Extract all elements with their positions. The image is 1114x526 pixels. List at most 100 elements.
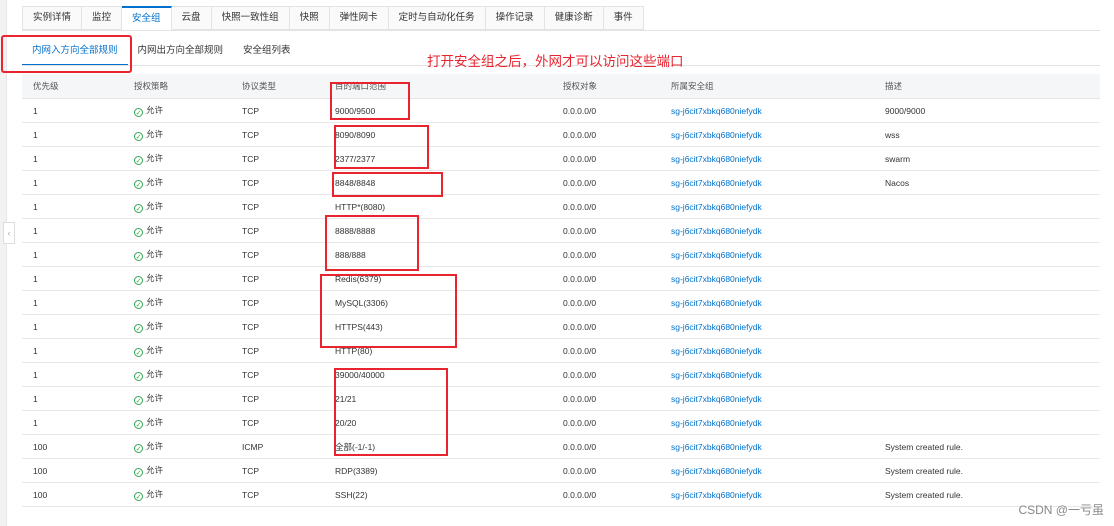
tab-health-diagnosis[interactable]: 健康诊断 bbox=[544, 6, 604, 30]
priority-cell: 1 bbox=[22, 410, 123, 435]
policy-cell: ✓ 允许 bbox=[123, 170, 231, 195]
tab-security-groups[interactable]: 安全组 bbox=[122, 6, 172, 31]
policy-label: 允许 bbox=[146, 129, 164, 139]
check-circle-icon: ✓ bbox=[134, 228, 143, 237]
table-row: 1 ✓ 允许 TCP 39000/40000 0.0.0.0/0 sg-j6cit7xbkq… bbox=[22, 362, 1100, 387]
security-group-link[interactable]: sg-j6cit7xbkq680niefydk bbox=[671, 442, 762, 452]
source-cell: 0.0.0.0/0 bbox=[552, 98, 660, 123]
priority-cell: 1 bbox=[22, 338, 123, 363]
security-group-link[interactable]: sg-j6cit7xbkq680niefydk bbox=[671, 178, 762, 188]
csdn-watermark: CSDN @一亏虽 bbox=[1018, 503, 1104, 517]
source-cell: 0.0.0.0/0 bbox=[552, 170, 660, 195]
priority-cell: 1 bbox=[22, 194, 123, 219]
priority-cell: 1 bbox=[22, 314, 123, 339]
policy-cell: ✓ 允许 bbox=[123, 146, 231, 171]
tab-instance-details[interactable]: 实例详情 bbox=[22, 6, 83, 30]
tab-disks[interactable]: 云盘 bbox=[171, 6, 212, 30]
description-cell bbox=[874, 314, 1100, 339]
source-cell: 0.0.0.0/0 bbox=[552, 410, 660, 435]
policy-cell: ✓ 允许 bbox=[123, 290, 231, 315]
policy-cell: ✓ 允许 bbox=[123, 458, 231, 483]
priority-cell: 1 bbox=[22, 242, 123, 267]
policy-cell: ✓ 允许 bbox=[123, 194, 231, 219]
source-cell: 0.0.0.0/0 bbox=[552, 362, 660, 387]
table-row: 100 ✓ 允许 TCP RDP(3389) 0.0.0.0/0 sg-j6cit7xbkq… bbox=[22, 458, 1100, 483]
priority-cell: 1 bbox=[22, 266, 123, 291]
source-cell: 0.0.0.0/0 bbox=[552, 146, 660, 171]
policy-label: 允许 bbox=[146, 369, 164, 379]
policy-label: 允许 bbox=[146, 225, 164, 235]
table-row: 1 ✓ 允许 TCP 888/888 0.0.0.0/0 sg-j6cit7xbkq680n… bbox=[22, 242, 1100, 267]
annotation-text: 打开安全组之后，外网才可以访问这些端口 bbox=[427, 54, 684, 70]
check-circle-icon: ✓ bbox=[134, 156, 143, 165]
tab-snapshot-consistency-groups[interactable]: 快照一致性组 bbox=[211, 6, 290, 30]
check-circle-icon: ✓ bbox=[134, 348, 143, 357]
priority-cell: 1 bbox=[22, 386, 123, 411]
highlight-port-8888-888 bbox=[325, 215, 419, 271]
security-group-cell: sg-j6cit7xbkq680niefydk bbox=[660, 338, 874, 363]
security-group-link[interactable]: sg-j6cit7xbkq680niefydk bbox=[671, 418, 762, 428]
check-circle-icon: ✓ bbox=[134, 468, 143, 477]
policy-cell: ✓ 允许 bbox=[123, 362, 231, 387]
security-group-link[interactable]: sg-j6cit7xbkq680niefydk bbox=[671, 274, 762, 284]
security-group-link[interactable]: sg-j6cit7xbkq680niefydk bbox=[671, 226, 762, 236]
policy-cell: ✓ 允许 bbox=[123, 218, 231, 243]
priority-cell: 1 bbox=[22, 362, 123, 387]
security-group-link[interactable]: sg-j6cit7xbkq680niefydk bbox=[671, 466, 762, 476]
collapse-chevron-icon[interactable]: ‹ bbox=[3, 222, 15, 244]
source-cell: 0.0.0.0/0 bbox=[552, 338, 660, 363]
security-group-cell: sg-j6cit7xbkq680niefydk bbox=[660, 122, 874, 147]
tab-security-group-list[interactable]: 安全组列表 bbox=[233, 40, 301, 64]
security-group-link[interactable]: sg-j6cit7xbkq680niefydk bbox=[671, 394, 762, 404]
col-security-group: 所属安全组 bbox=[660, 74, 874, 99]
security-group-link[interactable]: sg-j6cit7xbkq680niefydk bbox=[671, 106, 762, 116]
security-group-link[interactable]: sg-j6cit7xbkq680niefydk bbox=[671, 370, 762, 380]
security-group-link[interactable]: sg-j6cit7xbkq680niefydk bbox=[671, 322, 762, 332]
tab-elastic-nics[interactable]: 弹性网卡 bbox=[329, 6, 389, 30]
priority-cell: 100 bbox=[22, 482, 123, 507]
tab-monitoring[interactable]: 监控 bbox=[82, 6, 123, 30]
highlight-port-8848 bbox=[332, 172, 443, 197]
policy-cell: ✓ 允许 bbox=[123, 338, 231, 363]
security-group-link[interactable]: sg-j6cit7xbkq680niefydk bbox=[671, 490, 762, 500]
security-group-link[interactable]: sg-j6cit7xbkq680niefydk bbox=[671, 130, 762, 140]
policy-cell: ✓ 允许 bbox=[123, 482, 231, 507]
col-priority: 优先级 bbox=[22, 74, 123, 99]
security-group-link[interactable]: sg-j6cit7xbkq680niefydk bbox=[671, 250, 762, 260]
check-circle-icon: ✓ bbox=[134, 276, 143, 285]
table-row: 1 ✓ 允许 TCP 21/21 0.0.0.0/0 sg-j6cit7xbkq680nie… bbox=[22, 386, 1100, 411]
description-cell bbox=[874, 290, 1100, 315]
highlight-port-9000 bbox=[330, 82, 410, 120]
protocol-cell: TCP bbox=[231, 338, 324, 363]
security-group-link[interactable]: sg-j6cit7xbkq680niefydk bbox=[671, 298, 762, 308]
security-group-link[interactable]: sg-j6cit7xbkq680niefydk bbox=[671, 346, 762, 356]
policy-label: 允许 bbox=[146, 177, 164, 187]
table-row: 1 ✓ 允许 TCP MySQL(3306) 0.0.0.0/0 sg-j6cit7xbkq… bbox=[22, 290, 1100, 315]
policy-label: 允许 bbox=[146, 105, 164, 115]
tab-operation-logs[interactable]: 操作记录 bbox=[485, 6, 545, 30]
check-circle-icon: ✓ bbox=[134, 324, 143, 333]
tab-outbound-rules[interactable]: 内网出方向全部规则 bbox=[128, 40, 234, 64]
tab-events[interactable]: 事件 bbox=[603, 6, 644, 30]
protocol-cell: TCP bbox=[231, 314, 324, 339]
security-group-cell: sg-j6cit7xbkq680niefydk bbox=[660, 194, 874, 219]
source-cell: 0.0.0.0/0 bbox=[552, 194, 660, 219]
tab-scheduled-tasks[interactable]: 定时与自动化任务 bbox=[388, 6, 486, 30]
policy-cell: ✓ 允许 bbox=[123, 122, 231, 147]
security-group-cell: sg-j6cit7xbkq680niefydk bbox=[660, 146, 874, 171]
check-circle-icon: ✓ bbox=[134, 252, 143, 261]
table-row: 1 ✓ 允许 TCP HTTP*(8080) 0.0.0.0/0 sg-j6cit7xbkq… bbox=[22, 194, 1100, 219]
security-group-link[interactable]: sg-j6cit7xbkq680niefydk bbox=[671, 154, 762, 164]
priority-cell: 1 bbox=[22, 98, 123, 123]
tab-snapshots[interactable]: 快照 bbox=[289, 6, 330, 30]
policy-cell: ✓ 允许 bbox=[123, 242, 231, 267]
source-cell: 0.0.0.0/0 bbox=[552, 458, 660, 483]
highlight-port-redis-mysql-https bbox=[320, 274, 457, 348]
security-group-cell: sg-j6cit7xbkq680niefydk bbox=[660, 218, 874, 243]
security-group-cell: sg-j6cit7xbkq680niefydk bbox=[660, 242, 874, 267]
check-circle-icon: ✓ bbox=[134, 180, 143, 189]
check-circle-icon: ✓ bbox=[134, 132, 143, 141]
security-group-link[interactable]: sg-j6cit7xbkq680niefydk bbox=[671, 202, 762, 212]
protocol-cell: TCP bbox=[231, 242, 324, 267]
priority-cell: 1 bbox=[22, 290, 123, 315]
